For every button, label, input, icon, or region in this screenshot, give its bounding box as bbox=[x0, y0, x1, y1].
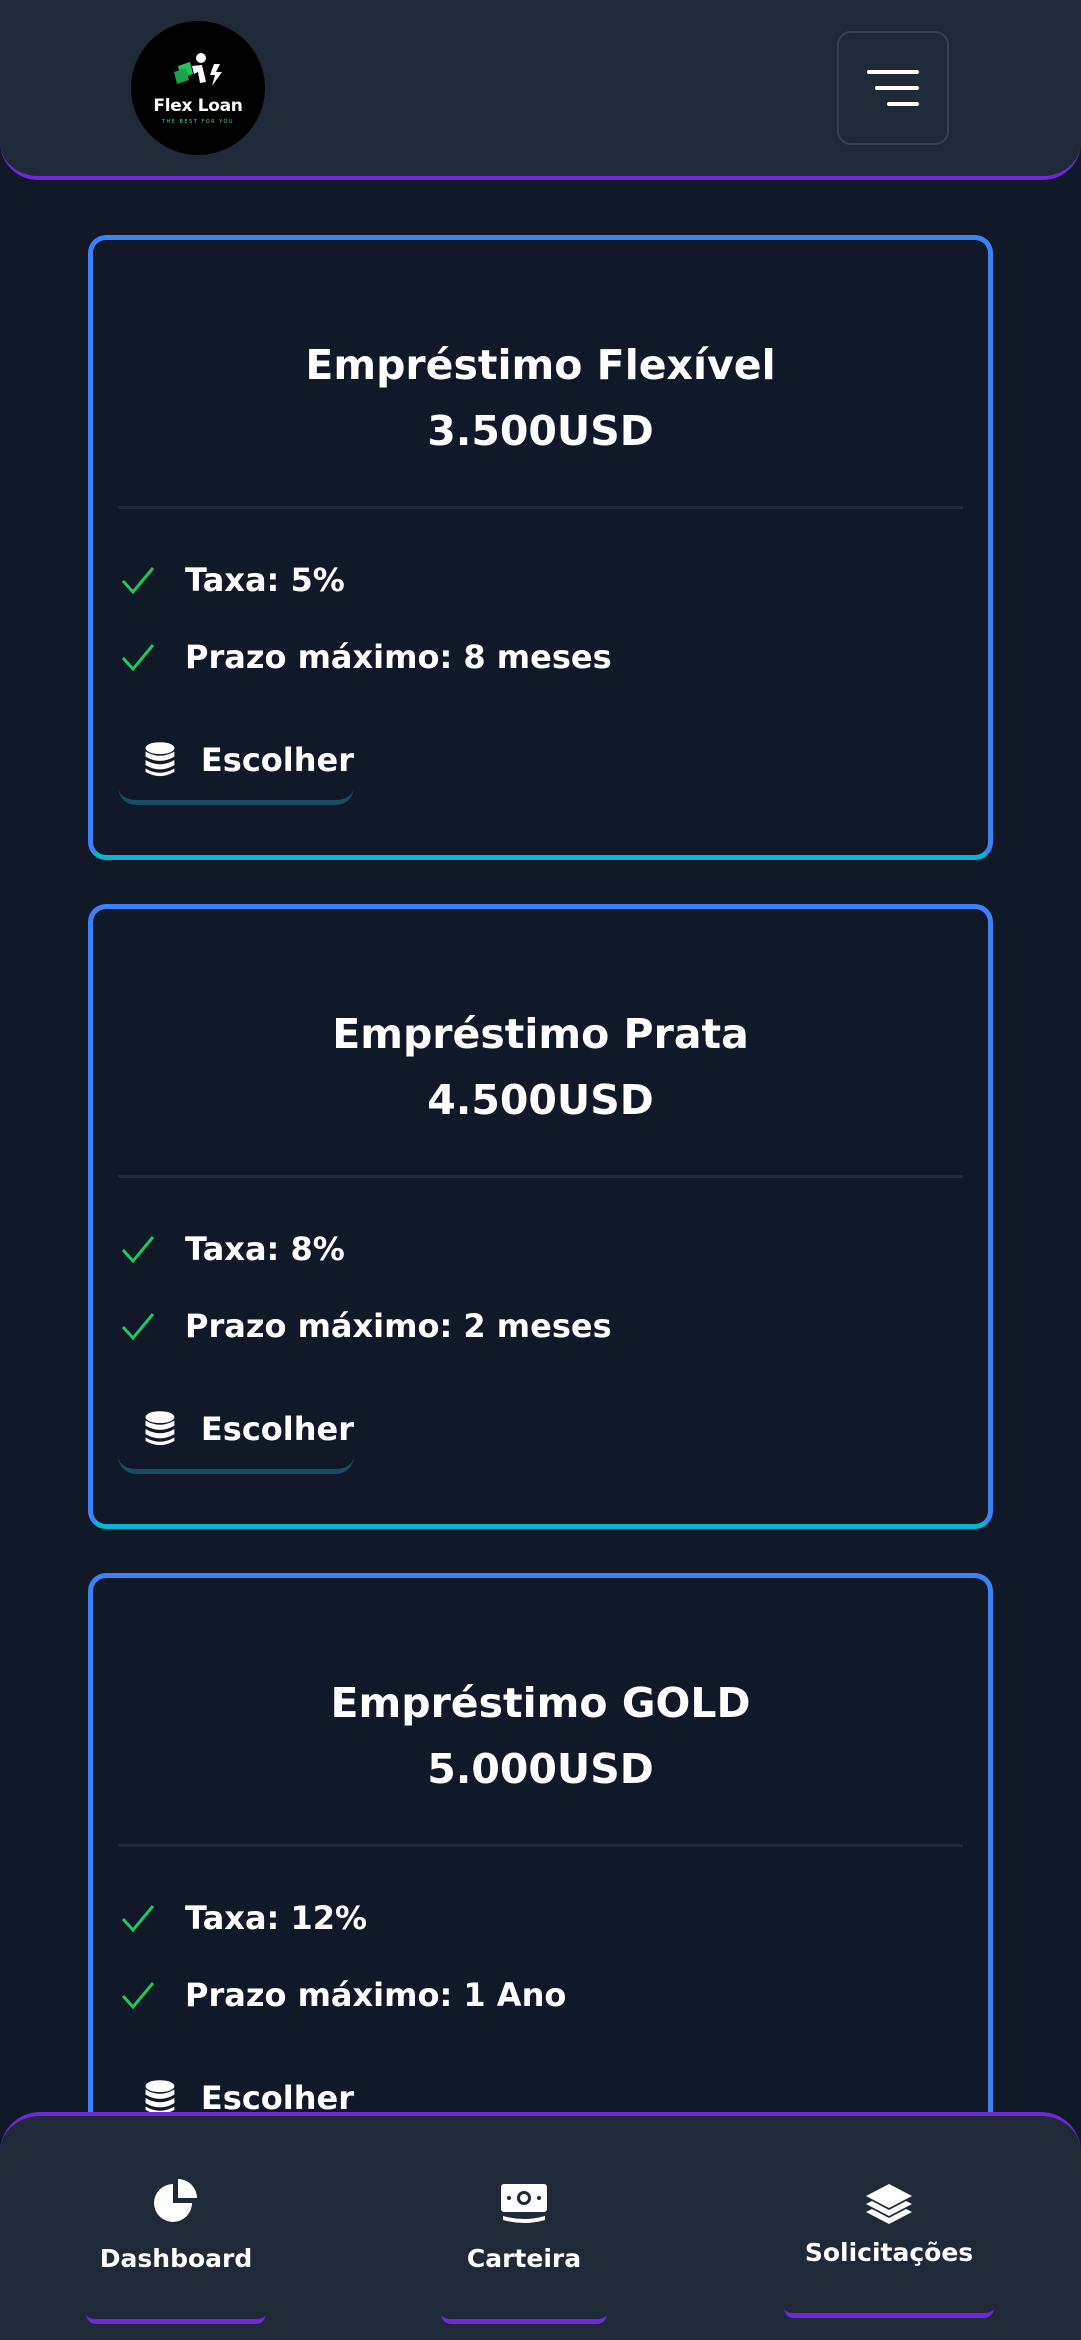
check-icon bbox=[121, 567, 155, 595]
coins-icon bbox=[145, 1411, 175, 1446]
loan-card-gold: Empréstimo GOLD 5.000USD Taxa: 12% Prazo… bbox=[88, 1573, 993, 2198]
feature-rate: Taxa: 12% bbox=[120, 1893, 367, 1943]
loan-amount: 5.000USD bbox=[427, 1745, 654, 1793]
flex-loan-logo[interactable]: Flex Loan THE BEST FOR YOU bbox=[131, 21, 265, 155]
loan-title: Empréstimo Flexível bbox=[305, 341, 776, 389]
loan-amount: 4.500USD bbox=[427, 1076, 654, 1124]
loan-title: Empréstimo GOLD bbox=[330, 1679, 751, 1727]
nav-label: Solicitações bbox=[804, 2238, 974, 2267]
nav-dashboard[interactable]: Dashboard bbox=[86, 2116, 266, 2326]
loan-card-flexivel: Empréstimo Flexível 3.500USD Taxa: 5% Pr… bbox=[88, 235, 993, 860]
check-icon bbox=[121, 1313, 155, 1341]
loan-title: Empréstimo Prata bbox=[332, 1010, 749, 1058]
hamburger-icon bbox=[867, 70, 919, 106]
feature-text: Taxa: 5% bbox=[185, 561, 345, 599]
logo-name: Flex Loan bbox=[153, 95, 243, 116]
check-icon bbox=[121, 644, 155, 672]
nav-underline bbox=[784, 2308, 994, 2318]
loan-amount: 3.500USD bbox=[427, 407, 654, 455]
feature-term: Prazo máximo: 2 meses bbox=[120, 1301, 612, 1351]
feature-rate: Taxa: 5% bbox=[120, 555, 345, 605]
hamburger-menu-button[interactable] bbox=[837, 31, 949, 145]
feature-text: Taxa: 8% bbox=[185, 1230, 345, 1268]
card-divider bbox=[118, 1175, 963, 1178]
coins-icon bbox=[145, 742, 175, 777]
feature-text: Prazo máximo: 1 Ano bbox=[185, 1976, 567, 2014]
choose-label: Escolher bbox=[200, 741, 354, 779]
feature-rate: Taxa: 8% bbox=[120, 1224, 345, 1274]
pie-chart-icon bbox=[154, 2179, 197, 2222]
nav-underline bbox=[86, 2314, 266, 2324]
loan-card-prata: Empréstimo Prata 4.500USD Taxa: 8% Prazo… bbox=[88, 904, 993, 1529]
nav-carteira[interactable]: Carteira bbox=[441, 2116, 607, 2326]
card-divider bbox=[118, 1844, 963, 1847]
logo-tagline: THE BEST FOR YOU bbox=[161, 118, 235, 125]
layers-icon bbox=[866, 2184, 912, 2224]
nav-label: Carteira bbox=[466, 2244, 582, 2273]
choose-button[interactable]: Escolher bbox=[118, 1389, 354, 1474]
choose-label: Escolher bbox=[200, 1410, 354, 1448]
nav-label: Dashboard bbox=[99, 2244, 253, 2273]
top-header: Flex Loan THE BEST FOR YOU bbox=[0, 0, 1081, 180]
bottom-navigation: Dashboard Carteira Solicitações bbox=[0, 2112, 1081, 2340]
feature-text: Taxa: 12% bbox=[185, 1899, 368, 1937]
nav-underline bbox=[441, 2314, 607, 2324]
feature-text: Prazo máximo: 8 meses bbox=[185, 638, 612, 676]
loan-offers-page: Flex Loan THE BEST FOR YOU Empréstimo Fl… bbox=[0, 0, 1081, 2340]
card-divider bbox=[118, 506, 963, 509]
feature-term: Prazo máximo: 1 Ano bbox=[120, 1970, 566, 2020]
feature-text: Prazo máximo: 2 meses bbox=[185, 1307, 612, 1345]
choose-button[interactable]: Escolher bbox=[118, 720, 354, 805]
feature-term: Prazo máximo: 8 meses bbox=[120, 632, 612, 682]
check-icon bbox=[121, 1905, 155, 1933]
nav-solicitacoes[interactable]: Solicitações bbox=[784, 2116, 994, 2326]
check-icon bbox=[121, 1982, 155, 2010]
logo-emblem-icon bbox=[174, 52, 222, 86]
check-icon bbox=[121, 1236, 155, 1264]
cash-icon bbox=[501, 2184, 547, 2223]
